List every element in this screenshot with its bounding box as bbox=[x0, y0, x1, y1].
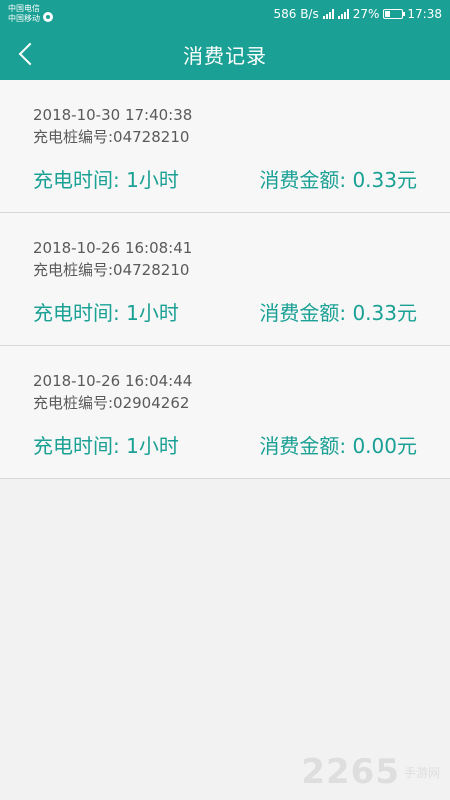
signal-2g-icon bbox=[337, 9, 349, 19]
record-pile-number: 充电桩编号:04728210 bbox=[33, 261, 190, 279]
back-button[interactable] bbox=[8, 36, 44, 72]
record-datetime: 2018-10-30 17:40:38 bbox=[33, 106, 193, 124]
record-item[interactable]: 2018-10-30 17:40:38 充电桩编号:04728210 充电时间:… bbox=[0, 80, 450, 213]
signal-4g-icon bbox=[322, 9, 334, 19]
app-bar: 消费记录 bbox=[0, 28, 450, 80]
charging-duration: 充电时间: 1小时 bbox=[33, 301, 179, 325]
record-values: 充电时间: 1小时 消费金额: 0.33元 bbox=[33, 164, 417, 193]
chevron-left-icon bbox=[18, 42, 42, 66]
page-title: 消费记录 bbox=[183, 43, 267, 68]
carrier-info: 中国电信 中国移动 bbox=[8, 4, 53, 24]
battery-icon bbox=[383, 9, 406, 19]
status-bar: 中国电信 中国移动 586 B/s 27% 17:38 bbox=[0, 0, 450, 28]
watermark-text: 手游网 bbox=[403, 765, 440, 780]
watermark-logo: 2265 手游网 bbox=[301, 752, 440, 792]
consumption-amount: 消费金额: 0.00元 bbox=[259, 434, 417, 458]
consumption-amount: 消费金额: 0.33元 bbox=[259, 168, 417, 192]
carrier-1-label: 中国电信 bbox=[8, 4, 40, 13]
network-speed: 586 B/s bbox=[273, 7, 319, 21]
record-values: 充电时间: 1小时 消费金额: 0.33元 bbox=[33, 297, 417, 326]
status-indicators: 586 B/s 27% 17:38 bbox=[273, 7, 442, 21]
record-item[interactable]: 2018-10-26 16:04:44 充电桩编号:02904262 充电时间:… bbox=[0, 346, 450, 479]
carrier-badge-icon bbox=[43, 12, 53, 22]
consumption-record-list: 2018-10-30 17:40:38 充电桩编号:04728210 充电时间:… bbox=[0, 80, 450, 479]
watermark-number: 2265 bbox=[301, 752, 400, 792]
record-pile-number: 充电桩编号:02904262 bbox=[33, 394, 190, 412]
consumption-amount: 消费金额: 0.33元 bbox=[259, 301, 417, 325]
battery-level-fill bbox=[385, 11, 390, 17]
carrier-2-label: 中国移动 bbox=[8, 14, 40, 23]
record-datetime: 2018-10-26 16:08:41 bbox=[33, 239, 193, 257]
charging-duration: 充电时间: 1小时 bbox=[33, 434, 179, 458]
battery-percent: 27% bbox=[352, 7, 380, 21]
record-item[interactable]: 2018-10-26 16:08:41 充电桩编号:04728210 充电时间:… bbox=[0, 213, 450, 346]
status-time: 17:38 bbox=[407, 7, 442, 21]
charging-duration: 充电时间: 1小时 bbox=[33, 168, 179, 192]
record-datetime: 2018-10-26 16:04:44 bbox=[33, 372, 193, 390]
record-values: 充电时间: 1小时 消费金额: 0.00元 bbox=[33, 430, 417, 459]
record-pile-number: 充电桩编号:04728210 bbox=[33, 128, 190, 146]
